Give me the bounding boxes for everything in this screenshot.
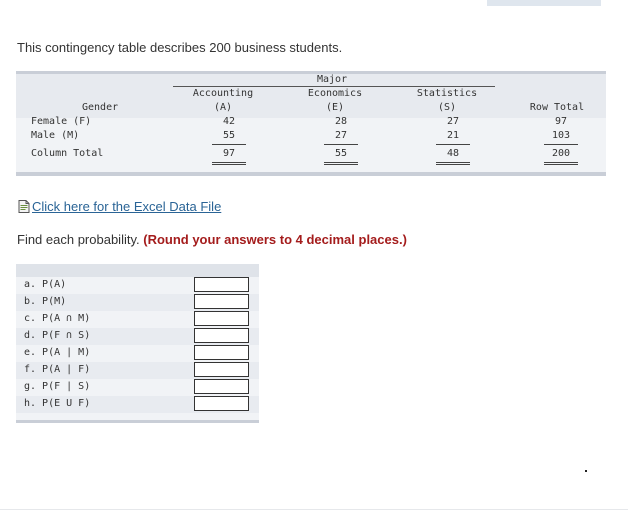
question-row: e. P(A | M) (16, 345, 259, 362)
cell-female-economics: 28 (334, 116, 348, 127)
cell-total-accounting: 97 (222, 148, 236, 159)
rounding-note: (Round your answers to 4 decimal places.… (143, 232, 407, 247)
sum-rule (544, 144, 578, 145)
row-label-male: Male (M) (31, 130, 80, 141)
question-label-c: c. P(A ∩ M) (24, 313, 91, 324)
col-code-accounting: (A) (213, 102, 233, 113)
answer-input-f[interactable] (194, 362, 249, 377)
cell-male-economics: 27 (334, 130, 348, 141)
question-row: b. P(M) (16, 294, 259, 311)
instructions: Find each probability. (Round your answe… (17, 232, 407, 247)
cell-female-statistics: 27 (446, 116, 460, 127)
row-label-female: Female (F) (31, 116, 92, 127)
major-underline (173, 86, 495, 87)
question-label-a: a. P(A) (24, 279, 67, 290)
question-row: c. P(A ∩ M) (16, 311, 259, 328)
sum-rule (324, 144, 358, 145)
cell-female-accounting: 42 (222, 116, 236, 127)
cell-female-total: 97 (554, 116, 568, 127)
question-label-e: e. P(A | M) (24, 347, 91, 358)
col-code-economics: (E) (325, 102, 345, 113)
answers-panel-header (16, 264, 259, 277)
top-tab (487, 0, 601, 6)
answers-panel-bottom-rule (16, 420, 259, 423)
row-label-column-total: Column Total (31, 148, 104, 159)
total-double-rule (324, 162, 358, 165)
major-label: Major (317, 74, 348, 85)
gender-label: Gender (82, 102, 119, 113)
question-label-b: b. P(M) (24, 296, 67, 307)
col-header-accounting: Accounting (192, 88, 254, 99)
table-bottom-rule (16, 172, 606, 176)
cell-total-statistics: 48 (446, 148, 460, 159)
document-icon (18, 200, 30, 213)
answer-input-g[interactable] (194, 379, 249, 394)
question-row: d. P(F ∩ S) (16, 328, 259, 345)
answer-input-h[interactable] (194, 396, 249, 411)
sum-rule (212, 144, 246, 145)
total-double-rule (212, 162, 246, 165)
answer-input-d[interactable] (194, 328, 249, 343)
answer-input-a[interactable] (194, 277, 249, 292)
answers-panel: a. P(A) b. P(M) c. P(A ∩ M) d. P(F ∩ S) … (16, 264, 259, 423)
question-row: f. P(A | F) (16, 362, 259, 379)
question-row: a. P(A) (16, 277, 259, 294)
total-double-rule (544, 162, 578, 165)
intro-text: This contingency table describes 200 bus… (17, 40, 343, 55)
stray-dot (585, 470, 587, 472)
instructions-prefix: Find each probability. (17, 232, 140, 247)
cell-total-economics: 55 (334, 148, 348, 159)
cell-male-statistics: 21 (446, 130, 460, 141)
col-header-economics: Economics (307, 88, 363, 99)
answer-input-e[interactable] (194, 345, 249, 360)
total-double-rule (436, 162, 470, 165)
col-header-statistics: Statistics (416, 88, 478, 99)
question-row: h. P(E U F) (16, 396, 259, 413)
cell-male-total: 103 (551, 130, 571, 141)
question-label-f: f. P(A | F) (24, 364, 91, 375)
question-row: g. P(F | S) (16, 379, 259, 396)
table-top-rule (16, 71, 606, 74)
question-label-h: h. P(E U F) (24, 398, 91, 409)
cell-male-accounting: 55 (222, 130, 236, 141)
excel-data-link[interactable]: Click here for the Excel Data File (32, 199, 221, 214)
excel-link-row[interactable]: Click here for the Excel Data File (18, 199, 221, 214)
sum-rule (436, 144, 470, 145)
cell-grand-total: 200 (551, 148, 571, 159)
contingency-table: Major Accounting Economics Statistics Ge… (16, 71, 606, 176)
answer-input-c[interactable] (194, 311, 249, 326)
col-code-statistics: (S) (437, 102, 457, 113)
answer-input-b[interactable] (194, 294, 249, 309)
question-label-g: g. P(F | S) (24, 381, 91, 392)
question-label-d: d. P(F ∩ S) (24, 330, 91, 341)
row-total-header: Row Total (529, 102, 585, 113)
footer-divider (0, 509, 628, 510)
